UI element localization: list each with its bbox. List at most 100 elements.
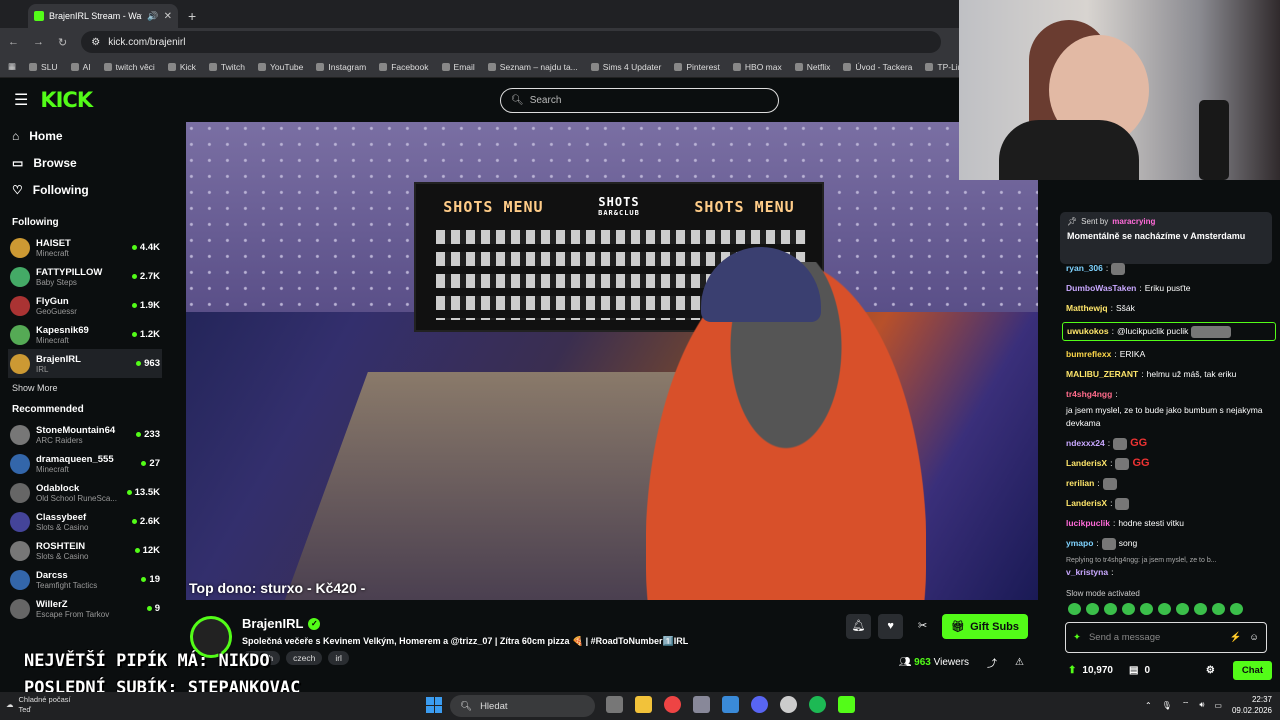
volume-icon[interactable]: 🔊︎ — [1199, 700, 1204, 710]
chat-input[interactable]: ✦ Send a message ⚡ ☺ — [1065, 622, 1267, 653]
wifi-icon[interactable]: ⌔ — [1182, 700, 1190, 710]
mic-icon[interactable]: 🎙︎ — [1162, 701, 1172, 710]
report-icon[interactable]: ⚠ — [1015, 657, 1024, 668]
show-more-link[interactable]: Show More — [0, 378, 170, 398]
emote-icon[interactable] — [1194, 603, 1207, 615]
chat-username[interactable]: lucikpuclik — [1066, 517, 1110, 530]
close-tab-icon[interactable]: ✕ — [164, 11, 172, 22]
taskbar-search[interactable]: 🔍︎ Hledat — [450, 695, 595, 717]
chat-username[interactable]: uwukokos — [1067, 325, 1109, 338]
app-icon[interactable] — [780, 696, 797, 713]
channel-item[interactable]: dramaqueen_555 Minecraft 27 — [0, 449, 170, 478]
chat-message[interactable]: bumreflexx: ERIKA — [1066, 348, 1276, 361]
pinned-message[interactable]: 📌︎ Sent by maracrying Momentálně se nacház… — [1060, 212, 1272, 264]
chat-message[interactable]: DumboWasTaken: Eriku pusťte — [1066, 282, 1276, 295]
back-icon[interactable]: ← — [8, 36, 19, 48]
chat-message[interactable]: LanderisX: GG — [1066, 457, 1276, 470]
store-icon[interactable]: ▤ — [1129, 665, 1138, 676]
emote-icon[interactable] — [1140, 603, 1153, 615]
channel-item[interactable]: Darcss Teamfight Tactics 19 — [0, 565, 170, 594]
chat-message[interactable]: tr4shg4ngg: ja jsem myslel, ze to bude ja… — [1066, 388, 1276, 430]
bookmark-item[interactable]: Pinterest — [674, 62, 720, 72]
bookmark-item[interactable]: Kick — [167, 62, 196, 72]
emote-icon[interactable] — [1230, 603, 1243, 615]
chat-username[interactable]: v_kristyna — [1066, 566, 1108, 579]
channel-item[interactable]: WillerZ Escape From Tarkov 9 — [0, 594, 170, 623]
bookmark-item[interactable]: twitch věci — [103, 62, 155, 72]
kick-app-icon[interactable] — [838, 696, 855, 713]
chat-username[interactable]: tr4shg4ngg — [1066, 388, 1112, 401]
audio-icon[interactable]: 🔊 — [147, 11, 158, 22]
kick-logo[interactable]: KICK — [40, 88, 93, 112]
clip-icon[interactable]: ✂ — [910, 614, 935, 639]
chat-message[interactable]: ndexxx24: GG — [1066, 437, 1276, 450]
chat-username[interactable]: Matthewjq — [1066, 302, 1108, 315]
bookmark-item[interactable]: HBO max — [732, 62, 782, 72]
channel-item[interactable]: HAISET Minecraft 4.4K — [0, 233, 170, 262]
bookmark-item[interactable]: SLU — [29, 62, 58, 72]
browser-tab[interactable]: BrajenIRL Stream - Watch L 🔊 ✕ — [28, 4, 178, 28]
chat-message[interactable]: ymapo: song — [1066, 537, 1276, 550]
tray-chevron-icon[interactable]: ⌃ — [1145, 701, 1152, 710]
search-input[interactable]: 🔍︎ Search — [500, 88, 779, 113]
gift-subs-button[interactable]: 🎁︎ Gift Subs — [942, 614, 1028, 639]
share-icon[interactable]: ⤴ — [987, 655, 997, 670]
emote-icon[interactable] — [1176, 603, 1189, 615]
site-info-icon[interactable]: ⚙ — [91, 37, 100, 48]
bookmark-item[interactable]: Facebook — [379, 62, 429, 72]
channel-item[interactable]: BrajenIRL IRL 963 — [8, 349, 162, 378]
channel-item[interactable]: Odablock Old School RuneSca... 13.5K — [0, 478, 170, 507]
chat-message[interactable]: LanderisX: — [1066, 497, 1276, 510]
points-count[interactable]: 10,970 — [1082, 665, 1113, 676]
address-bar[interactable]: ⚙ kick.com/brajenirl — [81, 31, 942, 53]
chat-message[interactable]: Matthewjq: Sšák — [1066, 302, 1276, 315]
apps-icon[interactable]: ▦ — [8, 61, 16, 72]
file-explorer-icon[interactable] — [635, 696, 652, 713]
chrome-icon[interactable] — [664, 696, 681, 713]
channel-item[interactable]: Classybeef Slots & Casino 2.6K — [0, 507, 170, 536]
bookmark-item[interactable]: AI — [70, 62, 91, 72]
streamer-name[interactable]: BrajenIRL — [242, 616, 303, 631]
channel-item[interactable]: StoneMountain64 ARC Raiders 233 — [0, 420, 170, 449]
chat-username[interactable]: MALIBU_ZERANT — [1066, 368, 1138, 381]
battery-icon[interactable]: ▭ — [1214, 701, 1222, 710]
chat-username[interactable]: DumboWasTaken — [1066, 282, 1136, 295]
video-player[interactable]: SHOTS MENU SHOTS BAR&CLUB SHOTS MENU Top … — [186, 122, 1038, 600]
chat-username[interactable]: LanderisX — [1066, 457, 1107, 470]
follow-heart-icon[interactable]: ♥ — [878, 614, 904, 639]
nav-home[interactable]: ⌂ Home — [0, 122, 170, 149]
chat-username[interactable]: ndexxx24 — [1066, 437, 1105, 450]
channel-item[interactable]: FATTYPILLOW Baby Steps 2.7K — [0, 262, 170, 291]
reload-icon[interactable]: ↻ — [58, 36, 67, 49]
emote-icon[interactable] — [1122, 603, 1135, 615]
emote-bar[interactable] — [1068, 603, 1268, 617]
chat-message[interactable]: MALIBU_ZERANT: helmu už máš, tak eriku — [1066, 368, 1276, 381]
chat-message[interactable]: rerilian: — [1066, 477, 1276, 490]
new-tab-button[interactable]: + — [188, 8, 196, 24]
bookmark-item[interactable]: Twitch — [208, 62, 245, 72]
notification-bell-icon[interactable]: 🔔︎ — [846, 614, 872, 639]
windows-start-icon[interactable] — [426, 697, 442, 713]
bookmark-item[interactable]: Seznam – najdu ta... — [487, 62, 578, 72]
chat-message[interactable]: ryan_306: — [1066, 262, 1276, 275]
spotify-icon[interactable] — [809, 696, 826, 713]
emote-icon[interactable] — [1086, 603, 1099, 615]
chat-username[interactable]: LanderisX — [1066, 497, 1107, 510]
settings-gear-icon[interactable]: ⚙ — [1206, 665, 1215, 676]
emote-icon[interactable] — [1212, 603, 1225, 615]
channel-item[interactable]: FlyGun GeoGuessr 1.9K — [0, 291, 170, 320]
sparkle-icon[interactable]: ✦ — [1073, 632, 1081, 643]
chat-username[interactable]: bumreflexx — [1066, 348, 1111, 361]
emote-icon[interactable] — [1104, 603, 1117, 615]
chat-username[interactable]: ryan_306 — [1066, 262, 1103, 275]
emoji-icon[interactable]: ☺ — [1249, 632, 1259, 643]
channel-item[interactable]: Kapesnik69 Minecraft 1.2K — [0, 320, 170, 349]
nav-browse[interactable]: ▭ Browse — [0, 149, 170, 176]
commands-icon[interactable]: ⚡ — [1229, 632, 1241, 643]
chat-message[interactable]: uwukokos: @lucikpuclik puclik — [1062, 322, 1276, 341]
bookmark-item[interactable]: Email — [441, 62, 475, 72]
discord-icon[interactable] — [751, 696, 768, 713]
chat-username[interactable]: ymapo — [1066, 537, 1093, 550]
forward-icon[interactable]: → — [33, 36, 44, 48]
channel-item[interactable]: ROSHTEIN Slots & Casino 12K — [0, 536, 170, 565]
